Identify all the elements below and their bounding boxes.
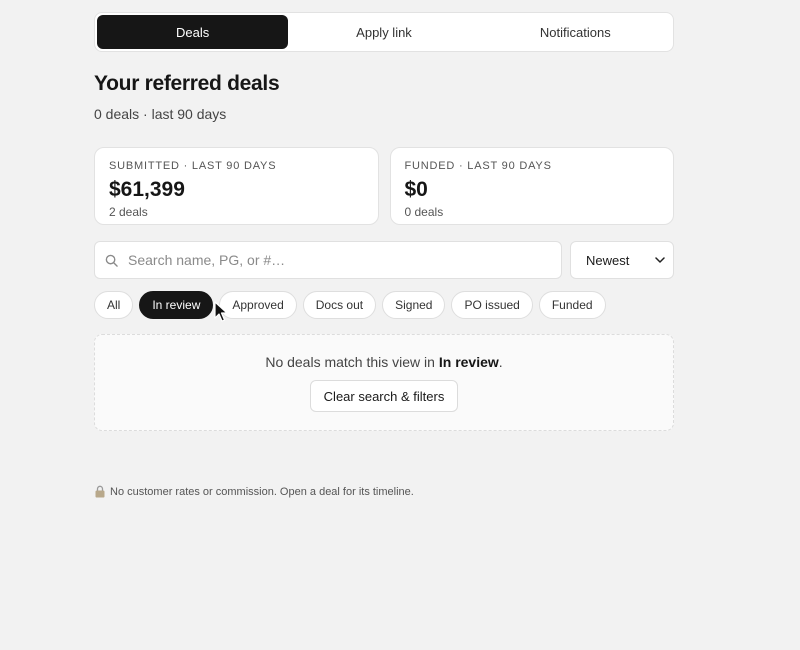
submitted-value: $61,399 bbox=[109, 178, 185, 201]
summary-cards: SUBMITTED · LAST 90 DAYS $61,399 2 deals… bbox=[94, 147, 674, 225]
funded-card: FUNDED · LAST 90 DAYS $0 0 deals bbox=[389, 147, 674, 225]
filter-docs-out[interactable]: Docs out bbox=[302, 291, 377, 319]
footer-note: No customer rates or commission. Open a … bbox=[94, 485, 674, 498]
submitted-card: SUBMITTED · LAST 90 DAYS $61,399 2 deals bbox=[94, 147, 379, 225]
empty-message-suffix: . bbox=[498, 354, 503, 370]
empty-message: No deals match this view in In review. bbox=[265, 354, 502, 371]
submitted-count: 2 deals bbox=[109, 205, 148, 219]
empty-state: No deals match this view in In review. C… bbox=[94, 334, 674, 431]
submitted-label: SUBMITTED · LAST 90 DAYS bbox=[109, 160, 277, 172]
sort-value: Newest bbox=[586, 252, 630, 268]
page-subtitle: 0 deals · last 90 days bbox=[94, 106, 227, 122]
chevron-down-icon bbox=[655, 257, 665, 263]
page-title: Your referred deals bbox=[94, 72, 280, 95]
tab-bar: Deals Apply link Notifications bbox=[94, 12, 674, 52]
funded-count: 0 deals bbox=[404, 205, 444, 219]
mouse-cursor-icon bbox=[214, 301, 228, 322]
tab-apply-link[interactable]: Apply link bbox=[288, 15, 479, 49]
sort-select[interactable]: Newest bbox=[570, 241, 674, 279]
footer-text: No customer rates or commission. Open a … bbox=[110, 485, 414, 498]
filter-funded[interactable]: Funded bbox=[538, 291, 606, 319]
empty-message-filter: In review bbox=[438, 354, 499, 370]
search-row: Newest bbox=[94, 241, 674, 279]
clear-filters-button[interactable]: Clear search & filters bbox=[309, 380, 459, 412]
search-box[interactable] bbox=[94, 241, 562, 279]
filter-in-review[interactable]: In review bbox=[139, 291, 214, 319]
deals-page: Deals Apply link Notifications Your refe… bbox=[94, 12, 674, 498]
filter-approved[interactable]: Approved bbox=[219, 291, 297, 319]
search-icon bbox=[105, 254, 118, 267]
funded-value: $0 bbox=[404, 178, 428, 201]
empty-message-prefix: No deals match this view in bbox=[265, 354, 439, 370]
filter-signed[interactable]: Signed bbox=[382, 291, 446, 319]
funded-label: FUNDED · LAST 90 DAYS bbox=[404, 160, 552, 172]
filter-all[interactable]: All bbox=[94, 291, 134, 319]
tab-deals[interactable]: Deals bbox=[97, 15, 289, 49]
search-input[interactable] bbox=[126, 251, 551, 269]
status-filters: All In review Approved Docs out Signed P… bbox=[94, 291, 674, 319]
tab-notifications[interactable]: Notifications bbox=[480, 15, 671, 49]
lock-icon bbox=[95, 485, 105, 498]
filter-po-issued[interactable]: PO issued bbox=[451, 291, 533, 319]
